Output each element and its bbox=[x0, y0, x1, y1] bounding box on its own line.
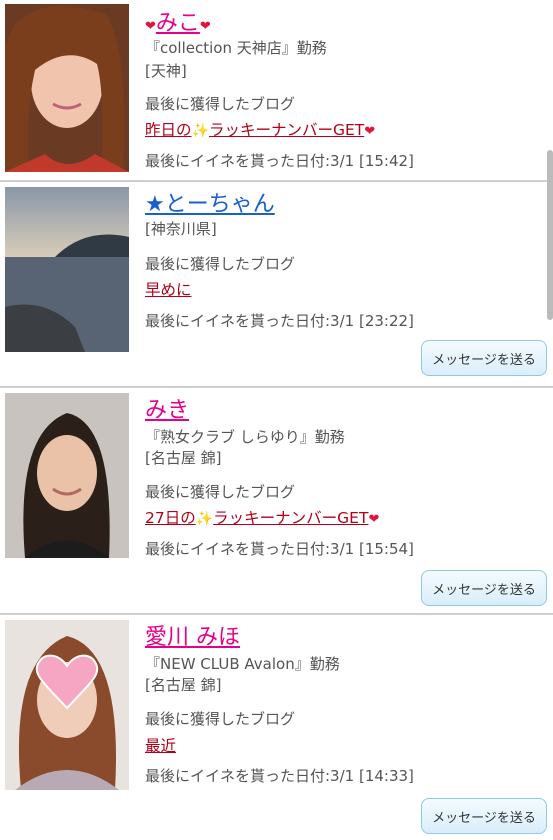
user-photo[interactable] bbox=[5, 4, 129, 172]
user-photo[interactable] bbox=[5, 187, 129, 352]
last-like-text: 最後にイイネを貰った日付:3/1 [23:22] bbox=[145, 312, 414, 330]
blog-title-link[interactable]: 早めに bbox=[145, 280, 192, 300]
last-blog-label: 最後に獲得したブログ bbox=[145, 95, 296, 113]
last-like-text: 最後にイイネを貰った日付:3/1 [15:42] bbox=[145, 152, 414, 170]
last-blog-label: 最後に獲得したブログ bbox=[145, 710, 296, 728]
send-message-button[interactable]: メッセージを送る bbox=[421, 340, 547, 376]
blog-title-link[interactable]: 最近 bbox=[145, 736, 176, 756]
last-blog-label: 最後に獲得したブログ bbox=[145, 483, 296, 501]
area-text: [天神] bbox=[145, 62, 187, 80]
sparkle-icon: ✨ bbox=[191, 123, 209, 139]
user-card: ❤みこ❤ 『collection 天神店』勤務 [天神] 最後に獲得したブログ … bbox=[0, 0, 553, 182]
send-message-button[interactable]: メッセージを送る bbox=[421, 570, 547, 606]
user-name-link[interactable]: 愛川 みほ bbox=[145, 625, 240, 651]
area-text: [名古屋 錦] bbox=[145, 449, 222, 467]
last-like-text: 最後にイイネを貰った日付:3/1 [15:54] bbox=[145, 540, 414, 558]
user-name-link[interactable]: ★とーちゃん bbox=[145, 192, 275, 218]
heart-icon: ❤ bbox=[364, 124, 376, 139]
user-name-link[interactable]: ❤みこ❤ bbox=[145, 11, 211, 40]
area-text: [神奈川県] bbox=[145, 220, 217, 238]
user-photo[interactable] bbox=[5, 620, 129, 790]
workplace-text: 『熟女クラブ しらゆり』勤務 bbox=[145, 428, 345, 446]
user-card: ★とーちゃん [神奈川県] 最後に獲得したブログ 早めに 最後にイイネを貰った日… bbox=[0, 182, 553, 388]
send-message-button[interactable]: メッセージを送る bbox=[421, 798, 547, 834]
heart-icon: ❤ bbox=[199, 19, 211, 34]
workplace-text: 『NEW CLUB Avalon』勤務 bbox=[145, 655, 340, 673]
last-like-text: 最後にイイネを貰った日付:3/1 [14:33] bbox=[145, 767, 414, 785]
user-card: みき 『熟女クラブ しらゆり』勤務 [名古屋 錦] 最後に獲得したブログ 27日… bbox=[0, 388, 553, 615]
heart-icon: ❤ bbox=[368, 512, 380, 527]
last-blog-label: 最後に獲得したブログ bbox=[145, 255, 296, 273]
user-card: 愛川 みほ 『NEW CLUB Avalon』勤務 [名古屋 錦] 最後に獲得し… bbox=[0, 615, 553, 840]
workplace-text: 『collection 天神店』勤務 bbox=[145, 39, 327, 57]
blog-title-link[interactable]: 27日の✨ラッキーナンバーGET❤ bbox=[145, 508, 379, 530]
area-text: [名古屋 錦] bbox=[145, 676, 222, 694]
user-list: ❤みこ❤ 『collection 天神店』勤務 [天神] 最後に獲得したブログ … bbox=[0, 0, 553, 840]
scrollbar[interactable] bbox=[547, 150, 553, 320]
user-photo[interactable] bbox=[5, 393, 129, 558]
blog-title-link[interactable]: 昨日の✨ラッキーナンバーGET❤ bbox=[145, 120, 375, 142]
heart-icon: ❤ bbox=[145, 19, 156, 34]
sparkle-icon: ✨ bbox=[195, 511, 214, 527]
user-name-link[interactable]: みき bbox=[145, 398, 189, 424]
